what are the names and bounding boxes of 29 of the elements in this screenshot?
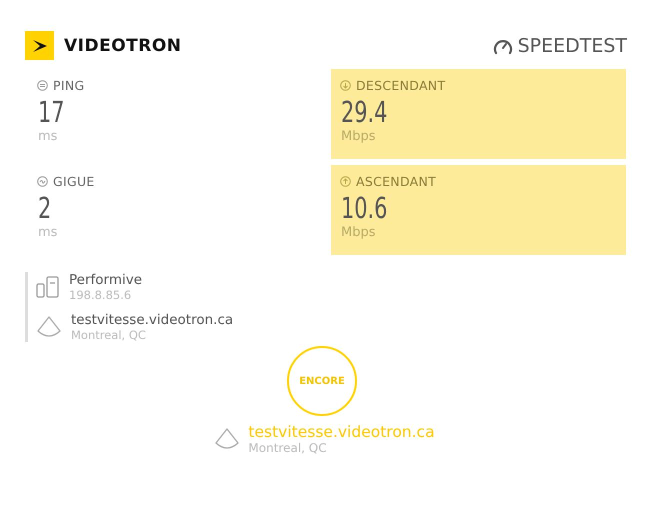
metric-unit: Mbps — [341, 225, 376, 240]
metric-value: 2 — [38, 191, 52, 225]
encore-button[interactable]: ENCORE — [287, 346, 357, 416]
metric-label: ASCENDANT — [356, 174, 436, 189]
metric-label: PING — [53, 78, 84, 93]
brand-name: VIDEOTRON — [64, 36, 182, 56]
globe-icon — [214, 428, 240, 450]
connection-detail: Montreal, QC — [71, 328, 147, 342]
globe-icon — [36, 316, 62, 338]
download-icon — [340, 80, 351, 91]
metric-label: DESCENDANT — [356, 78, 446, 93]
connection-name: testvitesse.videotron.ca — [71, 312, 234, 328]
metric-value: 10.6 — [341, 191, 388, 225]
jitter-icon — [37, 176, 48, 187]
ping-icon — [37, 80, 48, 91]
devices-icon — [36, 276, 60, 298]
metric-unit: ms — [38, 225, 58, 240]
metric-value: 17 — [38, 95, 65, 129]
connection-name: Performive — [69, 272, 142, 288]
server-location: Montreal, QC — [248, 441, 328, 455]
logo-icon — [25, 31, 54, 60]
upload-icon — [340, 176, 351, 187]
server-link[interactable]: testvitesse.videotron.ca — [248, 423, 435, 441]
connection-detail: 198.8.85.6 — [69, 288, 132, 302]
metric-unit: Mbps — [341, 129, 376, 144]
metric-label: GIGUE — [53, 174, 95, 189]
metric-value: 29.4 — [341, 95, 388, 129]
speedtest-logo-text: SPEEDTEST — [518, 34, 627, 56]
metric-unit: ms — [38, 129, 58, 144]
